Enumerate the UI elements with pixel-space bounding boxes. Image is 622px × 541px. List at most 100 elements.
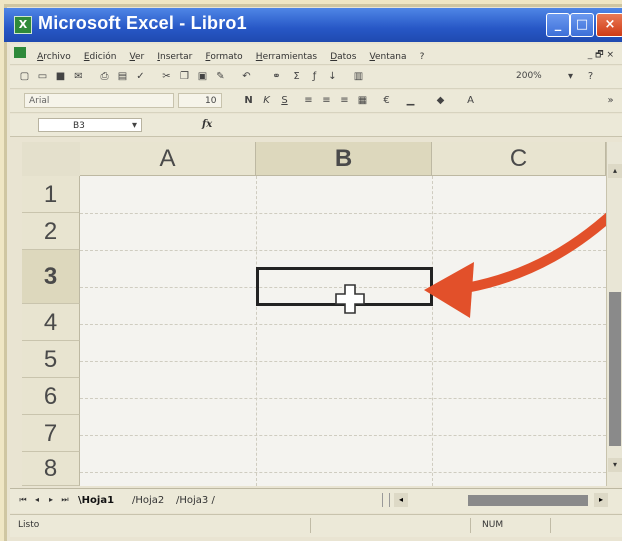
gridline bbox=[80, 472, 606, 473]
cell-cursor-icon bbox=[335, 284, 365, 314]
cut-icon[interactable]: ✂ bbox=[160, 70, 173, 83]
vertical-scroll-thumb[interactable] bbox=[609, 292, 621, 446]
function-icon[interactable]: ƒ bbox=[308, 70, 321, 83]
status-ready: Listo bbox=[18, 520, 40, 530]
column-header-b[interactable]: B bbox=[256, 142, 432, 176]
next-sheet-icon[interactable]: ▸ bbox=[46, 494, 56, 506]
first-sheet-icon[interactable]: ⏮ bbox=[18, 494, 28, 506]
fill-color-icon[interactable]: ◆ bbox=[434, 94, 447, 107]
scroll-left-icon[interactable]: ◂ bbox=[394, 493, 408, 507]
status-bar: Listo NUM bbox=[10, 514, 622, 537]
document-window-controls[interactable]: _ 🗗 × bbox=[588, 47, 614, 63]
status-divider bbox=[470, 518, 471, 533]
name-box[interactable]: B3 bbox=[38, 118, 142, 132]
row-header-7[interactable]: 7 bbox=[22, 415, 80, 452]
save-icon[interactable]: ■ bbox=[54, 70, 67, 83]
open-icon[interactable]: ▭ bbox=[36, 70, 49, 83]
minimize-button[interactable]: _ bbox=[546, 13, 570, 37]
email-icon[interactable]: ✉ bbox=[72, 70, 85, 83]
prev-sheet-icon[interactable]: ◂ bbox=[32, 494, 42, 506]
gridline bbox=[80, 435, 606, 436]
merge-center-icon[interactable]: ▦ bbox=[356, 94, 369, 107]
euro-icon[interactable]: € bbox=[380, 94, 393, 107]
italic-icon[interactable]: K bbox=[260, 94, 273, 107]
status-divider bbox=[550, 518, 551, 533]
menu-datos[interactable]: Datos bbox=[326, 48, 360, 62]
font-color-icon[interactable]: A bbox=[464, 94, 477, 107]
paste-icon[interactable]: ▣ bbox=[196, 70, 209, 83]
menu-bar: Archivo Edición Ver Insertar Formato Her… bbox=[10, 44, 622, 65]
select-all-corner[interactable] bbox=[22, 142, 81, 177]
new-icon[interactable]: ▢ bbox=[18, 70, 31, 83]
borders-icon[interactable]: ▁ bbox=[404, 94, 417, 107]
row-header-6[interactable]: 6 bbox=[22, 378, 80, 415]
row-header-8[interactable]: 8 bbox=[22, 452, 80, 486]
gridline bbox=[80, 361, 606, 362]
title-bar: X Microsoft Excel - Libro1 _ □ × bbox=[4, 8, 622, 42]
horizontal-scroll-thumb[interactable] bbox=[468, 495, 588, 506]
menu-ver[interactable]: Ver bbox=[126, 48, 149, 62]
autosum-icon[interactable]: Σ bbox=[290, 70, 303, 83]
format-painter-icon[interactable]: ✎ bbox=[214, 70, 227, 83]
sheet-tab-label: Hoja1 bbox=[81, 495, 115, 506]
row-header-1[interactable]: 1 bbox=[22, 176, 80, 213]
sheet-tab-hoja3[interactable]: /Hoja3 / bbox=[176, 493, 215, 509]
status-divider bbox=[310, 518, 311, 533]
undo-icon[interactable]: ↶ bbox=[240, 70, 253, 83]
hyperlink-icon[interactable]: ⚭ bbox=[270, 70, 283, 83]
tab-split-handle[interactable] bbox=[382, 493, 390, 507]
align-left-icon[interactable]: ≡ bbox=[302, 94, 315, 107]
spelling-icon[interactable]: ✓ bbox=[134, 70, 147, 83]
document-icon[interactable] bbox=[14, 47, 26, 58]
gridline bbox=[80, 324, 606, 325]
menu-help[interactable]: ? bbox=[416, 48, 429, 62]
menu-herramientas[interactable]: Herramientas bbox=[252, 48, 321, 62]
menu-archivo[interactable]: Archivo bbox=[33, 48, 75, 62]
row-header-4[interactable]: 4 bbox=[22, 304, 80, 341]
last-sheet-icon[interactable]: ⏭ bbox=[60, 494, 70, 506]
sheet-tab-hoja1[interactable]: \Hoja1 bbox=[78, 493, 114, 509]
zoom-select[interactable]: 200% bbox=[516, 69, 556, 84]
underline-icon[interactable]: S bbox=[278, 94, 291, 107]
menu-formato[interactable]: Formato bbox=[201, 48, 246, 62]
num-lock-indicator: NUM bbox=[482, 520, 504, 530]
help-icon[interactable]: ? bbox=[584, 70, 597, 83]
menu-ventana[interactable]: Ventana bbox=[365, 48, 410, 62]
preview-icon[interactable]: ▤ bbox=[116, 70, 129, 83]
font-name-select[interactable]: Arial bbox=[24, 93, 174, 108]
column-header-c[interactable]: C bbox=[432, 142, 606, 176]
standard-toolbar: ▢ ▭ ■ ✉ ⎙ ▤ ✓ ✂ ❐ ▣ ✎ ↶ ⚭ Σ ƒ ↓ ▥ 200% ▾… bbox=[10, 66, 622, 89]
sheet-tab-label: Hoja2 bbox=[135, 495, 165, 506]
sheet-tab-label: Hoja3 bbox=[179, 495, 209, 506]
gridline bbox=[256, 176, 257, 486]
row-header-5[interactable]: 5 bbox=[22, 341, 80, 378]
menu-edicion[interactable]: Edición bbox=[80, 48, 121, 62]
fx-icon[interactable]: fx bbox=[202, 119, 212, 130]
scroll-up-icon[interactable]: ▴ bbox=[608, 164, 622, 178]
sort-ascending-icon[interactable]: ↓ bbox=[326, 70, 339, 83]
annotation-arrow bbox=[424, 198, 622, 318]
formula-bar: B3 ▾ fx bbox=[10, 114, 622, 137]
vertical-scrollbar[interactable]: ▴ ▾ bbox=[606, 142, 622, 486]
sheet-tab-hoja2[interactable]: /Hoja2 bbox=[132, 493, 164, 509]
print-icon[interactable]: ⎙ bbox=[98, 70, 111, 83]
close-button[interactable]: × bbox=[596, 13, 622, 37]
row-header-2[interactable]: 2 bbox=[22, 213, 80, 250]
scroll-down-icon[interactable]: ▾ bbox=[608, 458, 622, 472]
toolbar-options-icon[interactable]: » bbox=[604, 94, 617, 107]
zoom-dropdown-icon[interactable]: ▾ bbox=[564, 70, 577, 83]
row-header-3[interactable]: 3 bbox=[22, 250, 80, 304]
bold-icon[interactable]: N bbox=[242, 94, 255, 107]
maximize-button[interactable]: □ bbox=[570, 13, 594, 37]
name-box-dropdown-icon[interactable]: ▾ bbox=[128, 119, 141, 132]
copy-icon[interactable]: ❐ bbox=[178, 70, 191, 83]
chart-icon[interactable]: ▥ bbox=[352, 70, 365, 83]
font-size-select[interactable]: 10 bbox=[178, 93, 222, 108]
menu-insertar[interactable]: Insertar bbox=[153, 48, 196, 62]
scroll-right-icon[interactable]: ▸ bbox=[594, 493, 608, 507]
align-center-icon[interactable]: ≡ bbox=[320, 94, 333, 107]
column-header-a[interactable]: A bbox=[80, 142, 256, 176]
formatting-toolbar: Arial 10 N K S ≡ ≡ ≡ ▦ € ▁ ◆ A » bbox=[10, 90, 622, 113]
align-right-icon[interactable]: ≡ bbox=[338, 94, 351, 107]
excel-icon: X bbox=[14, 16, 32, 34]
